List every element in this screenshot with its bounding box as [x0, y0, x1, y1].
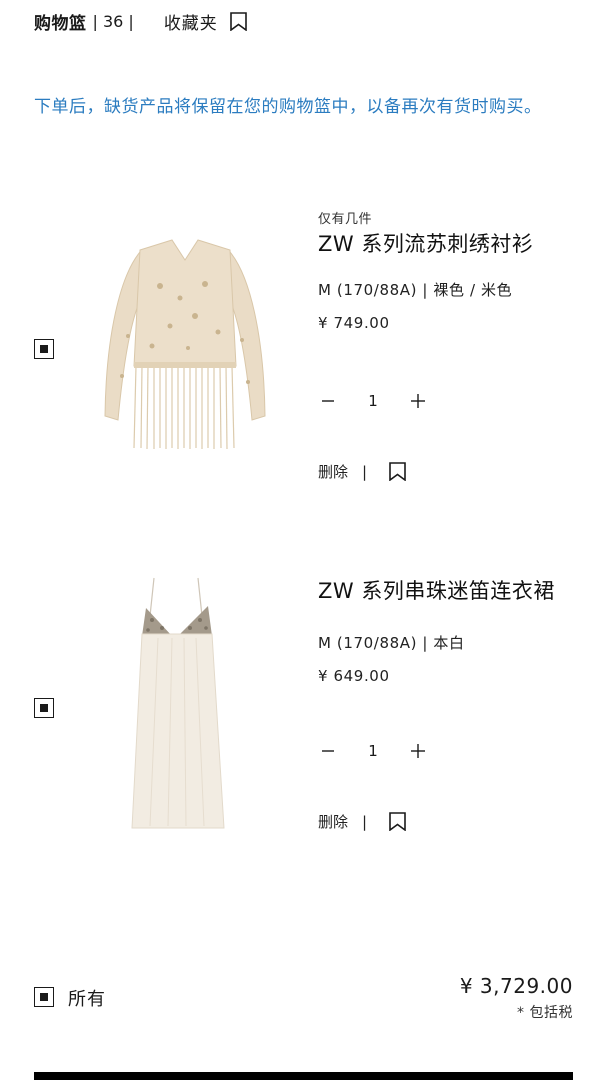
product-image-dress[interactable]	[128, 576, 238, 832]
product-name[interactable]: ZW 系列流苏刺绣衬衫	[318, 230, 588, 258]
item-actions: 删除 |	[318, 461, 406, 482]
actions-separator: |	[362, 462, 368, 481]
tab-favorites[interactable]: 收藏夹	[164, 9, 218, 34]
select-all-label[interactable]: 所有	[68, 985, 106, 1011]
product-variant: M (170/88A) | 本白	[318, 634, 465, 652]
item-info: 仅有几件 ZW 系列流苏刺绣衬衫 M (170/88A) | 裸色 / 米色 ¥…	[318, 208, 588, 332]
item-checkbox[interactable]	[34, 698, 54, 718]
bookmark-icon[interactable]	[389, 462, 406, 481]
product-variant: M (170/88A) | 裸色 / 米色	[318, 281, 513, 299]
bookmark-icon[interactable]	[230, 11, 247, 31]
quantity-value: 1	[368, 392, 378, 410]
item-info: ZW 系列串珠迷笛连衣裙 M (170/88A) | 本白 ¥ 649.00	[318, 577, 588, 685]
stock-notice: 下单后，缺货产品将保留在您的购物篮中，以备再次有货时购买。	[34, 97, 542, 117]
checkbox-checked-icon	[40, 704, 48, 712]
checkout-button[interactable]	[34, 1072, 573, 1080]
order-total: ¥ 3,729.00	[459, 974, 573, 998]
tax-note: * 包括税	[517, 1005, 573, 1021]
low-stock-note: 仅有几件	[318, 212, 373, 227]
plus-icon[interactable]	[408, 741, 428, 761]
bookmark-icon[interactable]	[389, 812, 406, 831]
cart-count: | 36 |	[92, 11, 134, 31]
quantity-value: 1	[368, 742, 378, 760]
checkbox-checked-icon	[40, 345, 48, 353]
quantity-stepper: 1	[318, 741, 428, 761]
minus-icon[interactable]	[318, 391, 338, 411]
delete-button[interactable]: 删除	[318, 811, 348, 832]
product-name[interactable]: ZW 系列串珠迷笛连衣裙	[318, 577, 588, 605]
item-actions: 删除 |	[318, 811, 406, 832]
product-price: ¥ 649.00	[318, 667, 390, 685]
checkbox-checked-icon	[40, 993, 48, 1001]
quantity-stepper: 1	[318, 391, 428, 411]
item-checkbox[interactable]	[34, 339, 54, 359]
tab-cart[interactable]: 购物篮	[34, 9, 87, 34]
select-all-checkbox[interactable]	[34, 987, 54, 1007]
header-tabs: 购物篮 | 36 | 收藏夹	[34, 8, 247, 34]
delete-button[interactable]: 删除	[318, 461, 348, 482]
cart-page: 购物篮 | 36 | 收藏夹 下单后，缺货产品将保留在您的购物篮中，以备再次有货…	[0, 0, 607, 1080]
actions-separator: |	[362, 812, 368, 831]
product-price: ¥ 749.00	[318, 314, 390, 332]
minus-icon[interactable]	[318, 741, 338, 761]
plus-icon[interactable]	[408, 391, 428, 411]
product-image-blouse[interactable]	[100, 236, 270, 452]
